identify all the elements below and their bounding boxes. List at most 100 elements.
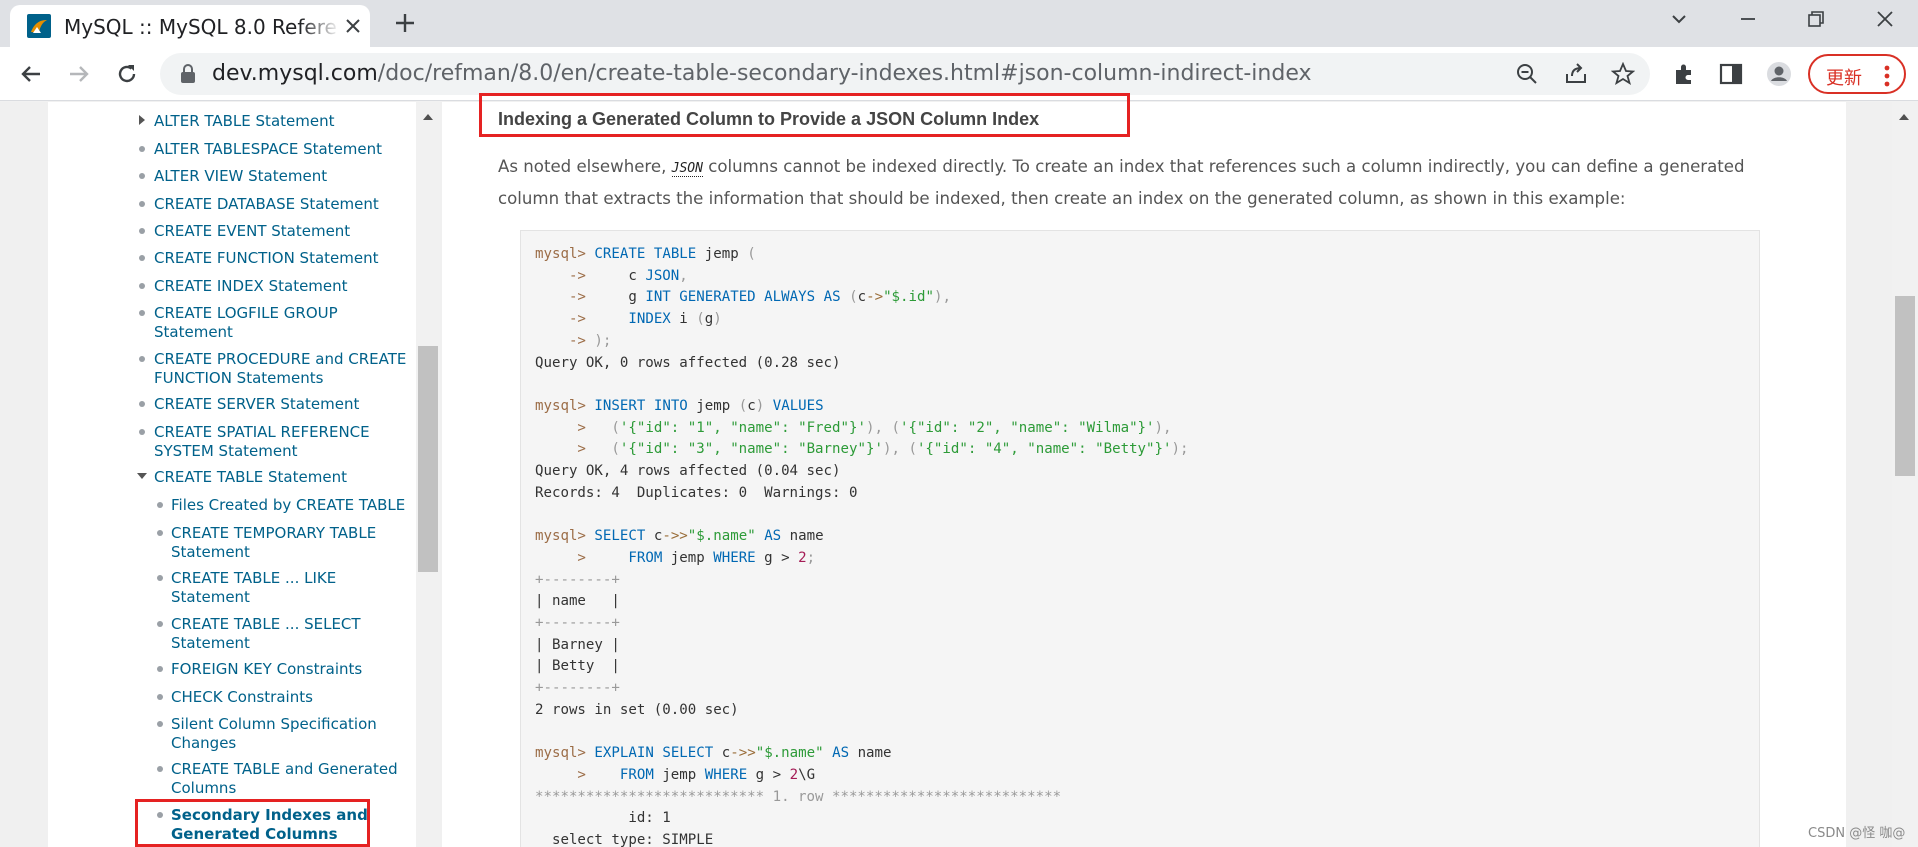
code-example: mysql> CREATE TABLE jemp ( -> c JSON, ->… (535, 246, 1189, 847)
bullet-icon (139, 146, 145, 152)
close-window-icon[interactable] (1874, 8, 1896, 30)
bullet-icon (157, 575, 163, 581)
toc-item-alter-view[interactable]: ALTER VIEW Statement (139, 167, 327, 186)
toc-item-create-function[interactable]: CREATE FUNCTION Statement (139, 249, 379, 268)
toc-subitem-label-line2: Statement (171, 633, 250, 652)
toc-subitem-silent-column-changes[interactable]: Silent Column Specification Changes (157, 715, 377, 752)
toc-subitem-label-line1: CREATE TABLE and Generated (171, 760, 398, 778)
csdn-watermark: CSDN @怪 咖@ (1808, 826, 1906, 841)
toc-subitem-label-line2: Statement (171, 542, 250, 561)
bullet-icon (139, 173, 145, 179)
toc-subitem-label-line2: Changes (171, 733, 237, 752)
toc-subitem-label-line2: Statement (171, 587, 250, 606)
forward-arrow-icon[interactable] (64, 59, 94, 89)
tab-search-chevron-icon[interactable] (1668, 8, 1690, 30)
toc-item-create-logfile-group[interactable]: CREATE LOGFILE GROUP Statement (139, 304, 338, 341)
toc-subitem-create-temporary-table[interactable]: CREATE TEMPORARY TABLE Statement (157, 524, 377, 561)
back-arrow-icon[interactable] (16, 59, 46, 89)
toc-item-label: CREATE SERVER Statement (154, 395, 360, 413)
new-tab-icon[interactable] (392, 10, 418, 36)
extensions-puzzle-icon[interactable] (1671, 61, 1697, 87)
toc-subitem-check-constraints[interactable]: CHECK Constraints (157, 688, 313, 707)
bullet-icon (139, 201, 145, 207)
toc-subitem-label-line1: Silent Column Specification (171, 715, 377, 733)
bullet-icon (157, 502, 163, 508)
tab-title: MySQL :: MySQL 8.0 Reference Manual :: 1… (64, 15, 338, 39)
bullet-icon (139, 401, 145, 407)
restore-icon[interactable] (1805, 8, 1827, 30)
toc-subitem-label: CHECK Constraints (171, 688, 313, 706)
toc-subitem-files-created[interactable]: Files Created by CREATE TABLE (157, 496, 405, 515)
toc-subitem-label-line2: Columns (171, 778, 237, 797)
page-scrollbar-thumb[interactable] (1895, 296, 1915, 476)
bookmark-star-icon[interactable] (1611, 62, 1635, 86)
toc-item-create-procedure[interactable]: CREATE PROCEDURE and CREATE FUNCTION Stat… (139, 350, 407, 387)
toc-active-highlight-box (135, 799, 370, 847)
profile-avatar-icon[interactable] (1766, 61, 1792, 87)
toc-subitem-create-table-select[interactable]: CREATE TABLE ... SELECT Statement (157, 615, 361, 652)
page-scroll-up-arrow-icon[interactable] (1898, 112, 1910, 122)
toc-subitem-create-table-like[interactable]: CREATE TABLE ... LIKE Statement (157, 569, 336, 606)
article-body: Indexing a Generated Column to Provide a… (442, 102, 1846, 847)
url-host: dev.mysql.com (212, 61, 378, 86)
lock-icon[interactable] (180, 64, 196, 84)
toc-item-label: CREATE FUNCTION Statement (154, 249, 379, 267)
toc-subitem-label-line1: CREATE TEMPORARY TABLE (171, 524, 377, 542)
toc-item-create-index[interactable]: CREATE INDEX Statement (139, 277, 348, 296)
para-text-before: As noted elsewhere, (498, 157, 672, 176)
more-menu-icon[interactable] (1884, 65, 1890, 87)
toc-item-label: ALTER TABLESPACE Statement (154, 140, 383, 158)
reload-icon[interactable] (112, 59, 142, 89)
toc-item-label-line1: CREATE PROCEDURE and CREATE (154, 350, 407, 368)
bullet-icon (139, 255, 145, 261)
mysql-favicon-icon (27, 14, 51, 38)
heading-highlight-box (479, 93, 1130, 137)
side-panel-icon[interactable] (1718, 61, 1744, 87)
toc-item-create-database[interactable]: CREATE DATABASE Statement (139, 195, 379, 214)
toc-item-label-line2: FUNCTION Statements (154, 368, 324, 387)
bullet-icon (157, 621, 163, 627)
toc-item-create-event[interactable]: CREATE EVENT Statement (139, 222, 351, 241)
close-tab-icon[interactable] (344, 17, 362, 35)
toc-subitem-label-line1: CREATE TABLE ... SELECT (171, 615, 361, 633)
toc-item-label: CREATE INDEX Statement (154, 277, 348, 295)
bullet-icon (139, 283, 145, 289)
chevron-down-icon[interactable] (136, 470, 148, 482)
toc-subitem-foreign-key[interactable]: FOREIGN KEY Constraints (157, 660, 363, 679)
browser-tab[interactable]: MySQL :: MySQL 8.0 Reference Manual :: 1… (10, 5, 370, 47)
toc-item-alter-table[interactable]: ALTER TABLE Statement (139, 112, 335, 131)
share-icon[interactable] (1564, 62, 1588, 86)
bullet-icon (157, 721, 163, 727)
sidebar-scrollbar-thumb[interactable] (418, 346, 438, 572)
toc-item-create-spatial-reference[interactable]: CREATE SPATIAL REFERENCE SYSTEM Statement (139, 423, 370, 460)
update-button[interactable]: 更新 (1808, 54, 1906, 94)
bullet-icon (139, 429, 145, 435)
page-content: ALTER TABLE Statement ALTER TABLESPACE S… (0, 102, 1918, 847)
toc-item-create-table[interactable]: CREATE TABLE Statement (137, 468, 347, 487)
toc-item-label-line1: CREATE SPATIAL REFERENCE (154, 423, 370, 441)
zoom-out-icon[interactable] (1515, 62, 1539, 86)
toc-item-label: CREATE TABLE Statement (154, 468, 347, 486)
bullet-icon (139, 310, 145, 316)
toc-item-create-server[interactable]: CREATE SERVER Statement (139, 395, 360, 414)
toc-subitem-label: FOREIGN KEY Constraints (171, 660, 363, 678)
sidebar-scroll-up-arrow-icon[interactable] (422, 112, 434, 122)
bullet-icon (139, 356, 145, 362)
toc-item-label-line2: Statement (154, 322, 233, 341)
url-text[interactable]: dev.mysql.com/doc/refman/8.0/en/create-t… (212, 61, 1311, 86)
bullet-icon (157, 530, 163, 536)
toc-item-label: CREATE EVENT Statement (154, 222, 351, 240)
toc-sidebar: ALTER TABLE Statement ALTER TABLESPACE S… (48, 102, 418, 847)
toc-subitem-create-table-generated-columns[interactable]: CREATE TABLE and Generated Columns (157, 760, 398, 797)
tab-title-fade (300, 11, 340, 41)
minimize-icon[interactable] (1737, 8, 1759, 30)
json-code-link[interactable]: JSON (671, 161, 703, 177)
toc-item-label-line2: SYSTEM Statement (154, 441, 298, 460)
chevron-right-icon[interactable] (136, 114, 148, 126)
toc-item-label: ALTER TABLE Statement (154, 112, 335, 130)
address-bar[interactable]: dev.mysql.com/doc/refman/8.0/en/create-t… (160, 53, 1650, 95)
url-path: /doc/refman/8.0/en/create-table-secondar… (377, 61, 1312, 86)
toc-item-alter-tablespace[interactable]: ALTER TABLESPACE Statement (139, 140, 383, 159)
bullet-icon (157, 766, 163, 772)
toc-item-label-line1: CREATE LOGFILE GROUP (154, 304, 338, 322)
